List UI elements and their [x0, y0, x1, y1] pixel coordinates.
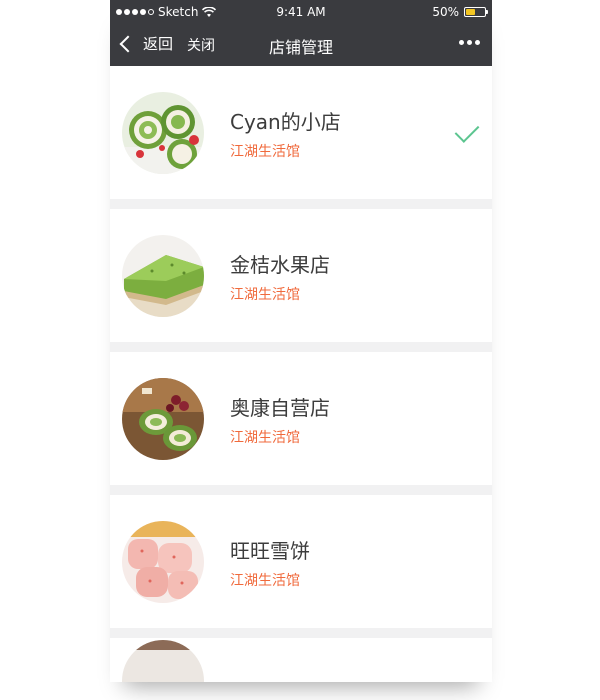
- shop-name: 金桔水果店: [230, 253, 330, 277]
- shop-item-partial[interactable]: [110, 638, 492, 682]
- shop-subtitle: 江湖生活馆: [230, 144, 300, 160]
- shop-avatar: [122, 92, 204, 174]
- page-title: 店铺管理: [268, 38, 333, 57]
- divider: [110, 342, 492, 352]
- more-icon[interactable]: [459, 40, 480, 45]
- shop-item-4[interactable]: 旺旺雪饼 江湖生活馆: [110, 495, 492, 628]
- shop-name: 旺旺雪饼: [230, 539, 310, 563]
- shop-subtitle: 江湖生活馆: [230, 430, 300, 446]
- shop-item-1[interactable]: Cyan的小店 江湖生活馆: [110, 66, 492, 199]
- shop-avatar: [122, 235, 204, 317]
- battery-percent: 50%: [432, 5, 459, 19]
- shop-name: Cyan的小店: [230, 110, 341, 134]
- divider: [110, 199, 492, 209]
- battery-icon: [464, 7, 488, 17]
- status-right: 50%: [432, 5, 488, 19]
- shop-avatar: [122, 521, 204, 603]
- shop-subtitle: 江湖生活馆: [230, 287, 300, 303]
- shop-avatar: [122, 378, 204, 460]
- shop-item-2[interactable]: 金桔水果店 江湖生活馆: [110, 209, 492, 342]
- top-bar: Sketch 9:41 AM 50% 返回 关闭 店铺管理: [110, 0, 492, 66]
- shop-avatar: [122, 640, 204, 682]
- check-icon: [454, 118, 480, 143]
- phone-screen: Sketch 9:41 AM 50% 返回 关闭 店铺管理 Cyan的小店 江湖…: [110, 0, 492, 682]
- nav-bar: 返回 关闭 店铺管理: [110, 24, 492, 66]
- shop-item-3[interactable]: 奥康自营店 江湖生活馆: [110, 352, 492, 485]
- shop-subtitle: 江湖生活馆: [230, 573, 300, 589]
- divider: [110, 628, 492, 638]
- status-bar: Sketch 9:41 AM 50%: [110, 0, 492, 24]
- divider: [110, 485, 492, 495]
- shop-list: Cyan的小店 江湖生活馆 金桔水果店 江湖生活馆 奥康自营店 江湖生活馆 旺旺…: [110, 66, 492, 682]
- shop-name: 奥康自营店: [230, 396, 330, 420]
